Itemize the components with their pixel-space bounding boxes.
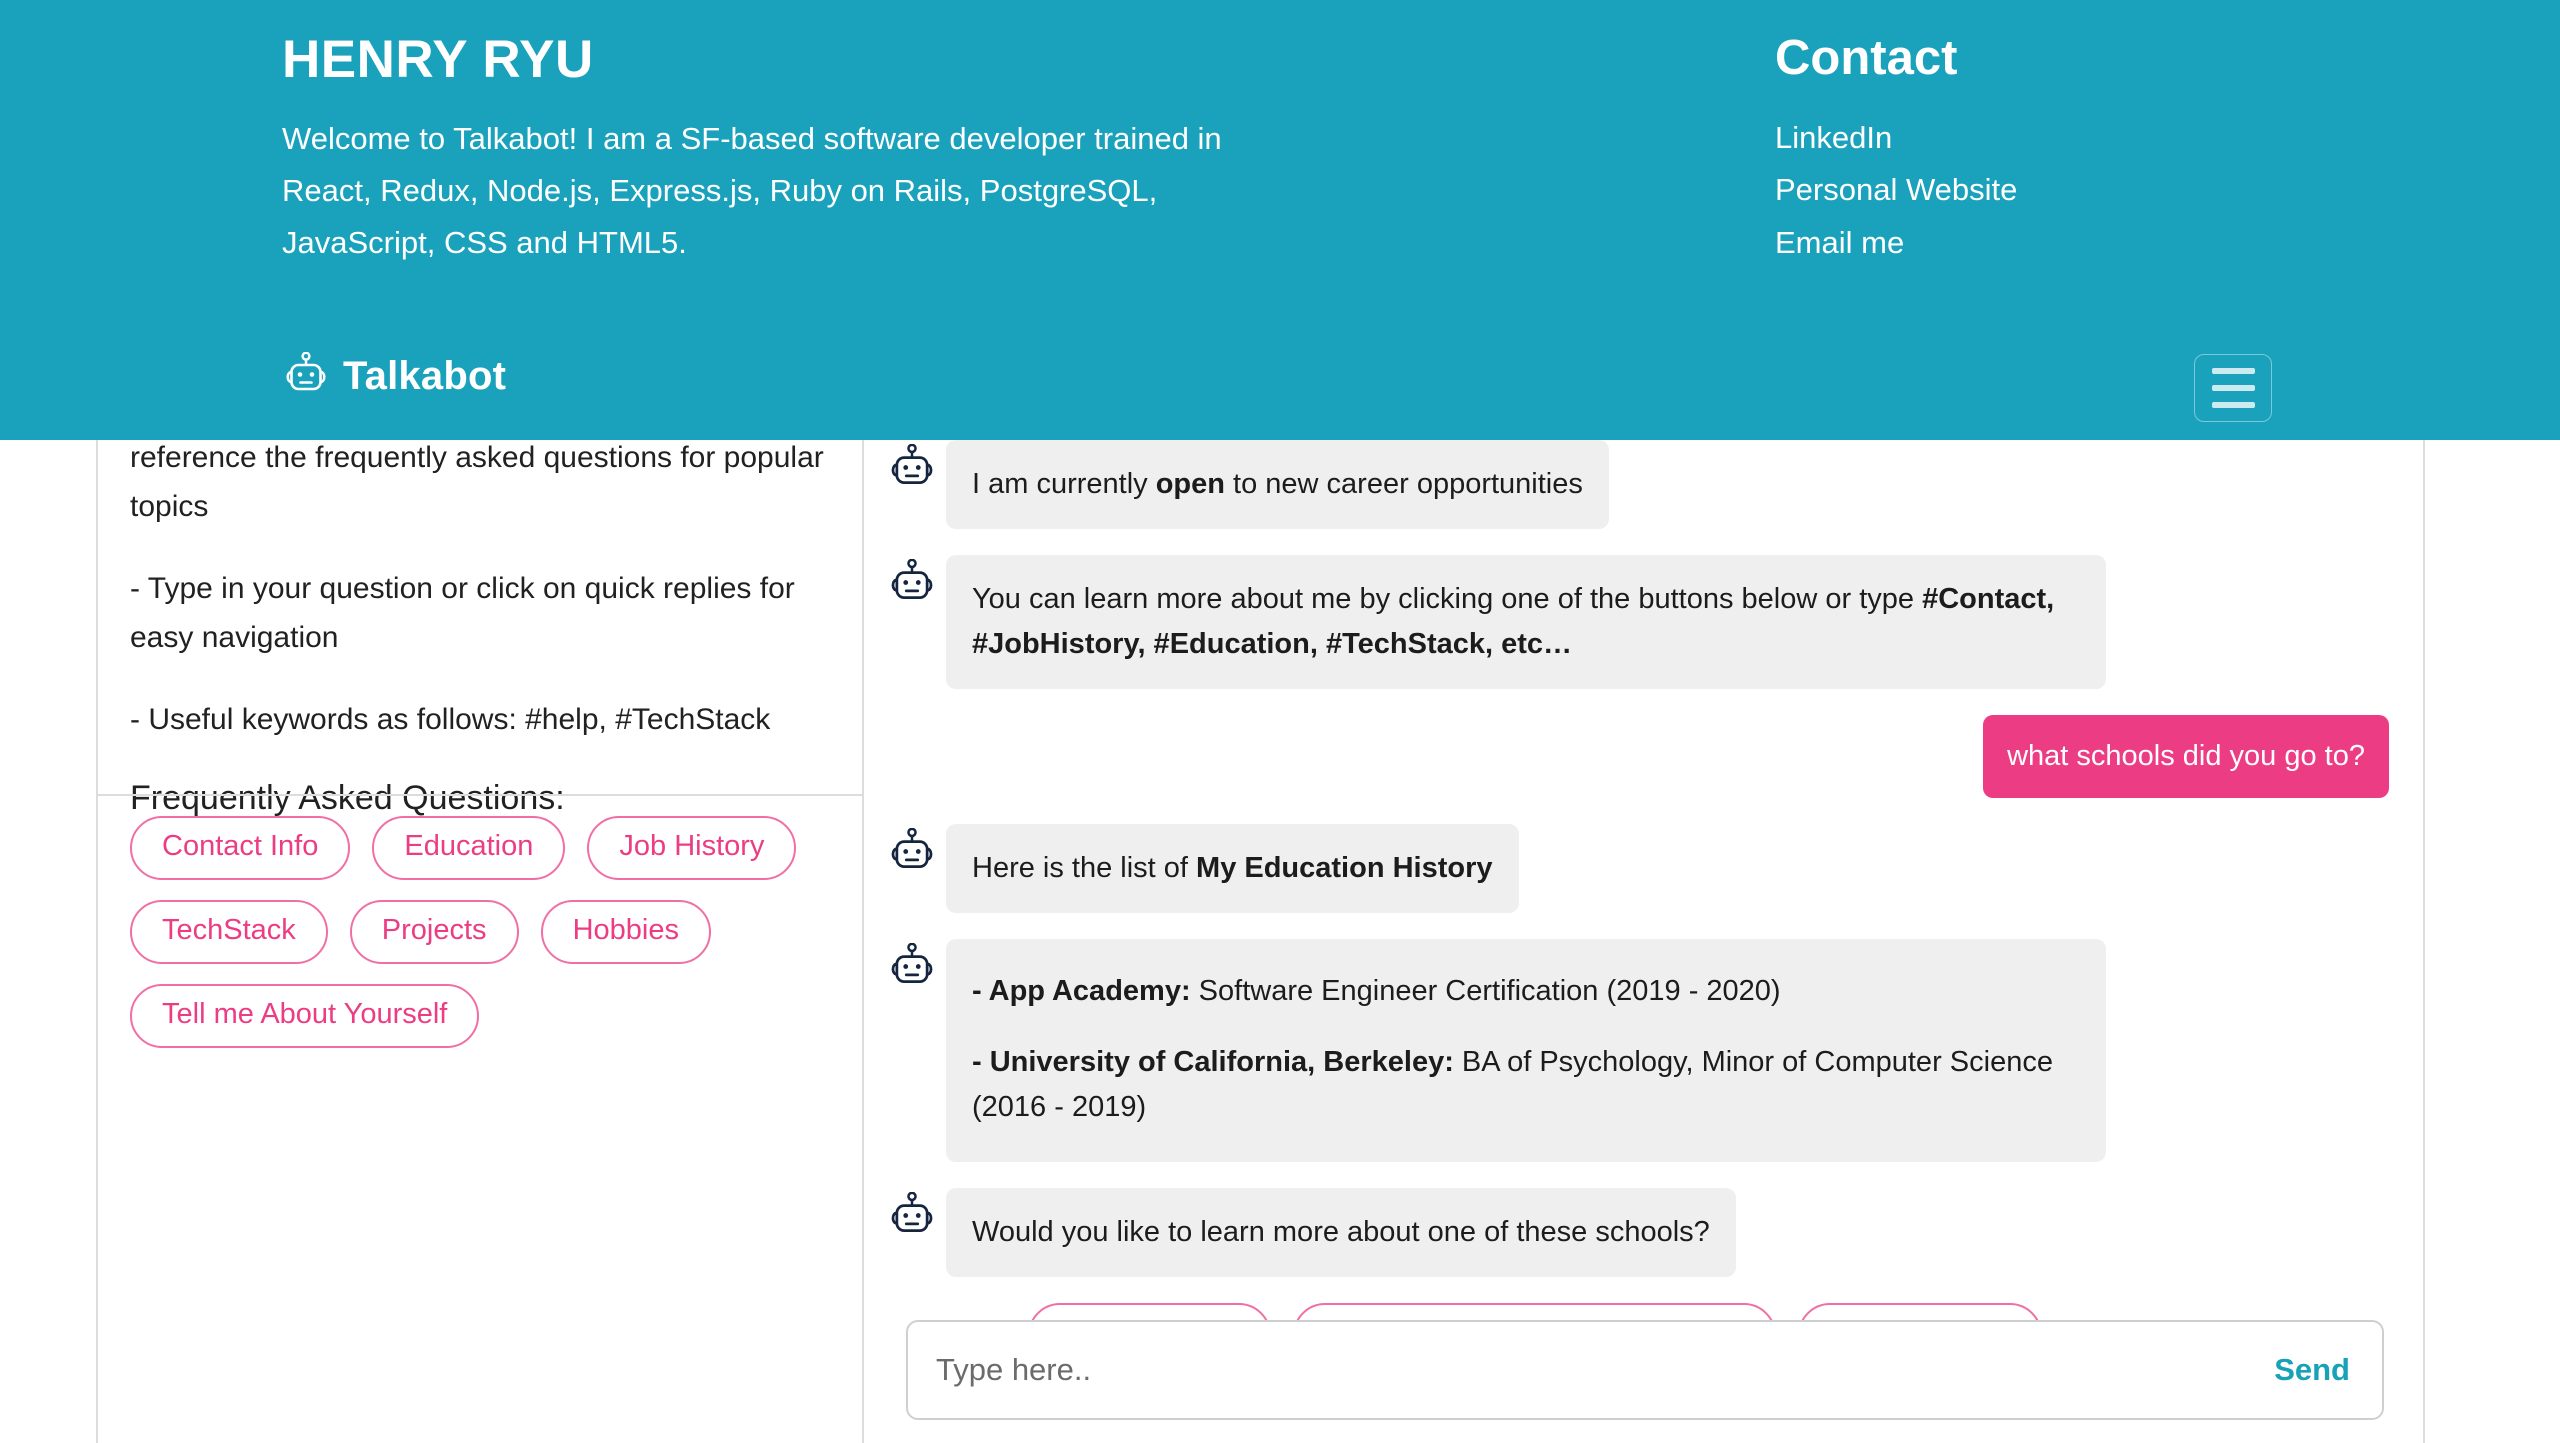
message-text: I am currently	[972, 468, 1156, 500]
contact-heading: Contact	[1775, 30, 2375, 86]
faq-button-hobbies[interactable]: Hobbies	[541, 900, 711, 964]
message-input[interactable]	[934, 1351, 2272, 1389]
message-text-bold: My Education History	[1196, 852, 1493, 884]
bot-message-bubble: I am currently open to new career opport…	[946, 440, 1609, 529]
help-line-3: - Useful keywords as follows: #help, #Te…	[130, 696, 830, 745]
education-detail: Software Engineer Certification (2019 - …	[1191, 975, 1781, 1007]
page-body: reference the frequently asked questions…	[0, 440, 2560, 1443]
faq-button-education[interactable]: Education	[372, 816, 565, 880]
education-school-name: - University of California, Berkeley:	[972, 1046, 1454, 1078]
message-row-user: what schools did you go to?	[888, 715, 2389, 799]
faq-button-tell-me-about-yourself[interactable]: Tell me About Yourself	[130, 984, 479, 1048]
message-row-bot: Would you like to learn more about one o…	[888, 1188, 2389, 1277]
bot-avatar-robot-icon	[888, 1192, 936, 1240]
message-row-bot: I am currently open to new career opport…	[888, 440, 2389, 529]
page-title: HENRY RYU	[282, 30, 1282, 91]
faq-button-job-history[interactable]: Job History	[587, 816, 796, 880]
navbar: Talkabot	[0, 340, 2560, 440]
user-message-bubble: what schools did you go to?	[1983, 715, 2389, 799]
contact-link-linkedin[interactable]: LinkedIn	[1775, 112, 1892, 164]
faq-button-techstack[interactable]: TechStack	[130, 900, 328, 964]
right-gutter	[2427, 440, 2560, 1443]
help-text-block: reference the frequently asked questions…	[98, 434, 862, 818]
message-row-bot: You can learn more about me by clicking …	[888, 555, 2389, 689]
message-list: I am currently open to new career opport…	[864, 440, 2423, 1389]
bot-message-bubble: You can learn more about me by clicking …	[946, 555, 2106, 689]
message-composer: Send	[906, 1320, 2384, 1420]
contact-link-personal-website[interactable]: Personal Website	[1775, 164, 2017, 216]
help-line-2: - Type in your question or click on quic…	[130, 565, 830, 662]
message-row-bot: - App Academy: Software Engineer Certifi…	[888, 939, 2389, 1162]
site-header: HENRY RYU Welcome to Talkabot! I am a SF…	[0, 0, 2560, 440]
bot-avatar-robot-icon	[888, 559, 936, 607]
message-text: You can learn more about me by clicking …	[972, 583, 1922, 615]
bot-education-bubble: - App Academy: Software Engineer Certifi…	[946, 939, 2106, 1162]
message-row-bot: Here is the list of My Education History	[888, 824, 2389, 913]
brand-name: Talkabot	[343, 354, 506, 399]
brand-logo[interactable]: Talkabot	[283, 352, 506, 401]
help-line-1: reference the frequently asked questions…	[130, 434, 830, 531]
message-text-bold: open	[1156, 468, 1225, 500]
education-school-name: - App Academy:	[972, 975, 1191, 1007]
send-button[interactable]: Send	[2272, 1346, 2352, 1394]
contact-section: Contact LinkedIn Personal Website Email …	[1775, 30, 2375, 269]
bot-avatar-robot-icon	[888, 444, 936, 492]
faq-heading: Frequently Asked Questions:	[130, 779, 830, 818]
sidebar-divider	[98, 794, 862, 796]
hero-intro: HENRY RYU Welcome to Talkabot! I am a SF…	[282, 30, 1282, 269]
chat-panel: I am currently open to new career opport…	[864, 440, 2425, 1443]
faq-button-contact-info[interactable]: Contact Info	[130, 816, 350, 880]
hamburger-bar-1	[2212, 368, 2255, 374]
faq-button-group: Contact Info Education Job History TechS…	[98, 816, 862, 1048]
contact-link-email[interactable]: Email me	[1775, 217, 1904, 269]
hero-blurb: Welcome to Talkabot! I am a SF-based sof…	[282, 113, 1242, 269]
education-item-app-academy: - App Academy: Software Engineer Certifi…	[972, 969, 2080, 1014]
education-item-uc-berkeley: - University of California, Berkeley: BA…	[972, 1040, 2080, 1130]
message-text: Here is the list of	[972, 852, 1196, 884]
message-text: to new career opportunities	[1225, 468, 1583, 500]
bot-message-bubble: Would you like to learn more about one o…	[946, 1188, 1736, 1277]
help-sidebar: reference the frequently asked questions…	[96, 440, 864, 1443]
bot-avatar-robot-icon	[888, 943, 936, 991]
hamburger-bar-3	[2212, 402, 2255, 408]
hamburger-menu-icon[interactable]	[2194, 354, 2272, 422]
bot-avatar-robot-icon	[888, 828, 936, 876]
robot-icon	[283, 352, 329, 401]
bot-message-bubble: Here is the list of My Education History	[946, 824, 1519, 913]
hamburger-bar-2	[2212, 385, 2255, 391]
faq-button-projects[interactable]: Projects	[350, 900, 519, 964]
